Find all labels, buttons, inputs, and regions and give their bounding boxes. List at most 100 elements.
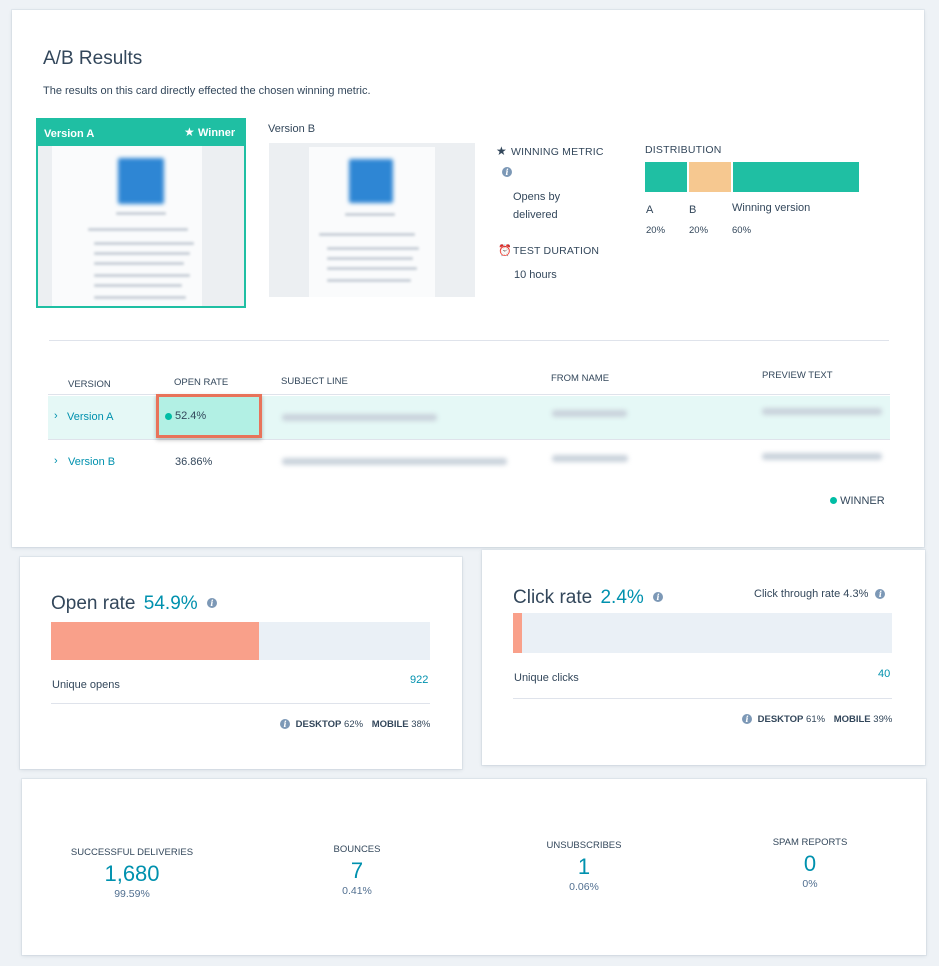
star-icon: ★ xyxy=(496,144,507,158)
version-a-card[interactable]: Version A ★ Winner xyxy=(36,118,246,308)
winner-legend: WINNER xyxy=(830,495,885,507)
distribution-winning-pct: 60% xyxy=(732,225,752,236)
mobile-label: MOBILE xyxy=(371,719,409,730)
distribution-a-label: A xyxy=(646,204,654,216)
divider xyxy=(51,703,430,704)
desktop-label: DESKTOP xyxy=(757,714,804,725)
info-icon[interactable]: i xyxy=(653,592,664,602)
stat-value: 1 xyxy=(577,854,591,879)
column-header-version: VERSION xyxy=(68,379,111,390)
stat-bounces: BOUNCES 7 0.41% xyxy=(287,844,427,897)
table-row-version-a[interactable]: › Version A 52.4% xyxy=(48,394,890,440)
test-duration-value: 10 hours xyxy=(514,269,557,281)
stat-pct: 0.41% xyxy=(342,885,372,897)
info-icon[interactable]: i xyxy=(875,589,886,599)
stat-label: UNSUBSCRIBES xyxy=(546,840,622,851)
version-b-label: Version B xyxy=(268,123,316,135)
unique-opens-value[interactable]: 922 xyxy=(410,674,428,686)
winning-metric-value-1: Opens by xyxy=(513,191,561,203)
open-rate-device-split: i DESKTOP 62% MOBILE 38% xyxy=(280,719,430,730)
distribution-a-pct: 20% xyxy=(646,225,666,236)
chevron-right-icon[interactable]: › xyxy=(54,410,58,422)
alarm-clock-icon: ⏰ xyxy=(498,245,512,257)
version-a-preview xyxy=(38,146,244,306)
mobile-pct: 39% xyxy=(873,714,893,725)
winner-label: Winner xyxy=(198,127,236,139)
open-rate-value: 54.9% xyxy=(143,593,198,614)
row-version-b-open-rate: 36.86% xyxy=(175,456,213,468)
row-version-a-preview-text xyxy=(762,408,882,415)
open-rate-card: Open rate 54.9% i Unique opens 922 i DES… xyxy=(20,557,462,769)
desktop-pct: 62% xyxy=(344,719,364,730)
info-icon[interactable]: i xyxy=(206,598,217,608)
ab-results-card: A/B Results The results on this card dir… xyxy=(12,10,924,547)
distribution-label: DISTRIBUTION xyxy=(645,144,722,156)
distribution-bar xyxy=(645,162,859,192)
distribution-winning-label: Winning version xyxy=(732,202,811,214)
click-rate-value: 2.4% xyxy=(600,587,644,608)
winner-dot xyxy=(830,497,837,504)
column-header-open-rate: OPEN RATE xyxy=(174,377,229,388)
click-rate-title: Click rate xyxy=(513,587,593,608)
winning-metric-label: WINNING METRIC xyxy=(511,146,604,158)
unique-opens-label: Unique opens xyxy=(52,679,120,691)
ctr-value: 4.3% xyxy=(843,588,869,600)
desktop-pct: 61% xyxy=(806,714,826,725)
mobile-label: MOBILE xyxy=(833,714,871,725)
row-version-b-subject-line xyxy=(282,458,507,465)
winner-legend-label: WINNER xyxy=(840,495,885,507)
row-version-a-from-name xyxy=(552,410,627,417)
stat-spam-reports: SPAM REPORTS 0 0% xyxy=(740,837,880,890)
distribution-segment-winning xyxy=(733,162,859,192)
email-logo-image xyxy=(118,158,164,204)
stat-label: BOUNCES xyxy=(333,844,381,855)
divider xyxy=(513,698,892,699)
row-version-a-subject-line xyxy=(282,414,437,421)
table-header-row: VERSION OPEN RATE SUBJECT LINE FROM NAME… xyxy=(48,355,890,395)
stat-value: 0 xyxy=(803,851,817,876)
click-rate-bar xyxy=(513,613,892,653)
email-logo-image xyxy=(349,159,393,203)
info-icon[interactable]: i xyxy=(280,719,290,729)
open-rate-heading: Open rate 54.9% i xyxy=(51,593,217,615)
version-b-card[interactable] xyxy=(269,143,475,297)
stat-pct: 0% xyxy=(802,878,818,890)
open-rate-bar-fill xyxy=(51,622,260,660)
row-version-b-preview-text xyxy=(762,453,882,460)
column-header-subject-line: SUBJECT LINE xyxy=(281,376,348,387)
open-rate-highlight: 52.4% xyxy=(156,394,262,438)
ab-results-title: A/B Results xyxy=(43,48,143,69)
unique-clicks-value[interactable]: 40 xyxy=(878,668,890,680)
row-version-b-link[interactable]: Version B xyxy=(68,456,115,468)
divider xyxy=(49,340,889,341)
unique-clicks-label: Unique clicks xyxy=(514,672,579,684)
distribution-b-label: B xyxy=(689,204,697,216)
info-icon[interactable]: i xyxy=(502,167,512,177)
stat-value: 7 xyxy=(350,858,364,883)
stat-value: 1,680 xyxy=(104,861,160,886)
stat-successful-deliveries: SUCCESSFUL DELIVERIES 1,680 99.59% xyxy=(62,847,202,900)
desktop-label: DESKTOP xyxy=(295,719,342,730)
distribution-b-pct: 20% xyxy=(689,225,709,236)
table-row-version-b[interactable]: › Version B 36.86% xyxy=(48,441,890,485)
ctr-label: Click through rate xyxy=(754,588,841,600)
click-rate-device-split: i DESKTOP 61% MOBILE 39% xyxy=(742,714,892,725)
info-icon[interactable]: i xyxy=(742,714,752,724)
stat-label: SUCCESSFUL DELIVERIES xyxy=(70,847,194,858)
click-rate-card: Click rate 2.4% i Click through rate 4.3… xyxy=(482,550,925,765)
column-header-preview-text: PREVIEW TEXT xyxy=(762,370,833,381)
mobile-pct: 38% xyxy=(411,719,431,730)
chevron-right-icon[interactable]: › xyxy=(54,455,58,467)
distribution-segment-b xyxy=(689,162,731,192)
row-version-a-link[interactable]: Version A xyxy=(67,411,113,423)
star-icon: ★ xyxy=(184,125,195,139)
click-rate-heading: Click rate 2.4% i xyxy=(513,587,664,609)
open-rate-title: Open rate xyxy=(51,593,136,614)
version-a-label: Version A xyxy=(44,128,95,140)
stat-pct: 99.59% xyxy=(114,888,150,900)
row-version-b-from-name xyxy=(552,455,628,462)
ab-results-table: VERSION OPEN RATE SUBJECT LINE FROM NAME… xyxy=(48,355,890,507)
ctr-summary: Click through rate 4.3% i xyxy=(754,588,886,600)
distribution-segment-a xyxy=(645,162,687,192)
stat-unsubscribes: UNSUBSCRIBES 1 0.06% xyxy=(514,840,654,893)
